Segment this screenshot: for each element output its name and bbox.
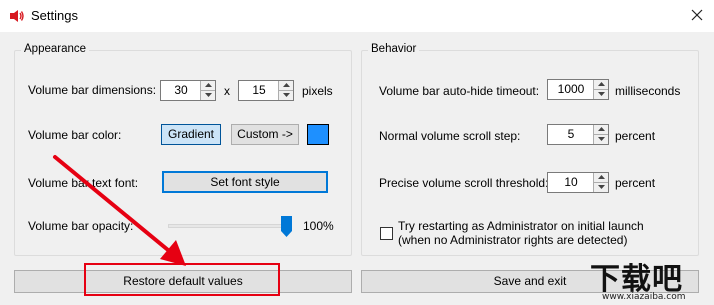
admin-restart-label-line1[interactable]: Try restarting as Administrator on initi… — [398, 219, 644, 233]
restore-defaults-button[interactable]: Restore default values — [14, 270, 352, 293]
spin-up-icon[interactable] — [201, 81, 215, 91]
save-and-exit-button-label: Save and exit — [493, 274, 567, 288]
height-spinner[interactable]: 15 — [238, 80, 294, 101]
scroll-step-label: Normal volume scroll step: — [379, 129, 521, 143]
spin-down-icon[interactable] — [279, 90, 293, 100]
restore-defaults-button-label: Restore default values — [123, 274, 243, 288]
admin-restart-checkbox[interactable] — [380, 227, 393, 240]
times-label: x — [224, 84, 230, 98]
opacity-value: 100% — [303, 219, 334, 233]
scroll-step-spinner[interactable]: 5 — [547, 124, 609, 145]
height-input[interactable]: 15 — [239, 81, 279, 100]
spin-up-icon[interactable] — [594, 80, 608, 90]
timeout-spinner[interactable]: 1000 — [547, 79, 609, 100]
spin-down-icon[interactable] — [594, 89, 608, 99]
set-font-button-label: Set font style — [210, 175, 280, 189]
set-font-button[interactable]: Set font style — [162, 171, 328, 193]
opacity-slider-track[interactable] — [168, 224, 292, 228]
color-swatch[interactable] — [307, 124, 329, 145]
timeout-label: Volume bar auto-hide timeout: — [379, 84, 540, 98]
behavior-legend: Behavior — [368, 43, 420, 55]
speaker-icon — [10, 10, 24, 22]
spin-down-icon[interactable] — [594, 182, 608, 192]
precise-threshold-label: Precise volume scroll threshold: — [379, 176, 549, 190]
close-icon[interactable] — [688, 6, 706, 24]
precise-threshold-unit: percent — [615, 176, 656, 190]
opacity-slider-thumb[interactable] — [281, 216, 292, 237]
width-spinner[interactable]: 30 — [160, 80, 216, 101]
spin-up-icon[interactable] — [594, 173, 608, 183]
admin-restart-label-line2[interactable]: (when no Administrator rights are detect… — [398, 233, 627, 247]
timeout-unit: milliseconds — [615, 84, 681, 98]
custom-color-button-label: Custom -> — [237, 127, 293, 141]
width-input[interactable]: 30 — [161, 81, 201, 100]
color-label: Volume bar color: — [28, 128, 122, 142]
font-label: Volume bar text font: — [28, 176, 139, 190]
precise-threshold-input[interactable]: 10 — [548, 173, 594, 192]
timeout-input[interactable]: 1000 — [548, 80, 594, 99]
dimensions-label: Volume bar dimensions: — [28, 83, 157, 97]
pixels-unit: pixels — [302, 84, 333, 98]
spin-down-icon[interactable] — [594, 134, 608, 144]
gradient-button-label: Gradient — [167, 127, 215, 141]
scroll-step-unit: percent — [615, 129, 656, 143]
window-title: Settings — [31, 8, 78, 23]
save-and-exit-button[interactable]: Save and exit — [361, 270, 699, 293]
gradient-button[interactable]: Gradient — [161, 124, 221, 145]
scroll-step-input[interactable]: 5 — [548, 125, 594, 144]
spin-down-icon[interactable] — [201, 90, 215, 100]
precise-threshold-spinner[interactable]: 10 — [547, 172, 609, 193]
custom-color-button[interactable]: Custom -> — [231, 124, 299, 145]
appearance-legend: Appearance — [21, 43, 90, 55]
spin-up-icon[interactable] — [279, 81, 293, 91]
title-bar: Settings — [0, 0, 714, 32]
opacity-label: Volume bar opacity: — [28, 219, 134, 233]
spin-up-icon[interactable] — [594, 125, 608, 135]
